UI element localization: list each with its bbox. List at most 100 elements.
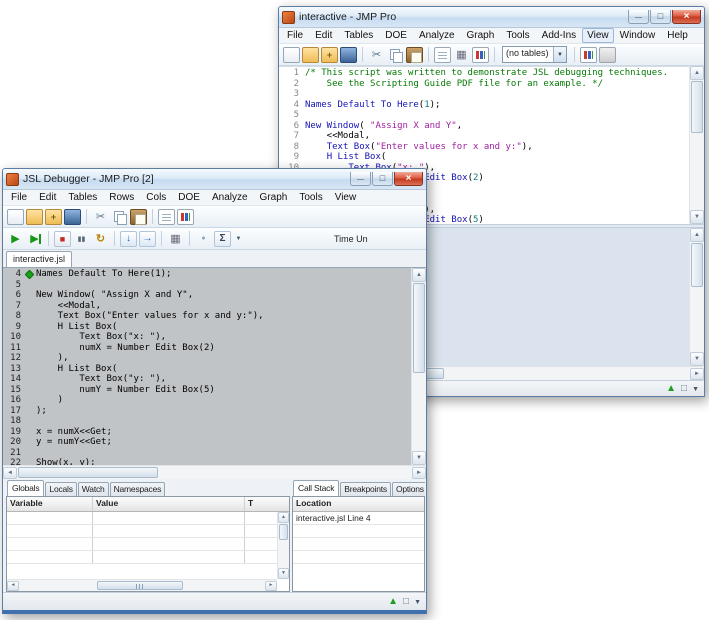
- scroll-down-arrow[interactable]: [690, 210, 704, 224]
- menu-cols[interactable]: Cols: [140, 190, 172, 205]
- tab-options[interactable]: Options: [392, 482, 425, 496]
- menu-file[interactable]: File: [281, 28, 309, 43]
- step-over-icon[interactable]: →: [139, 231, 156, 247]
- journal-icon[interactable]: [158, 209, 175, 225]
- column-header-variable[interactable]: Variable: [7, 497, 93, 511]
- table-row[interactable]: [7, 538, 277, 551]
- run-to-icon[interactable]: ▶: [26, 231, 43, 247]
- journal-icon[interactable]: [434, 47, 451, 63]
- cut-icon[interactable]: ✂: [92, 209, 109, 225]
- table-row[interactable]: [293, 525, 424, 538]
- menu-edit[interactable]: Edit: [309, 28, 338, 43]
- close-button[interactable]: [672, 10, 701, 24]
- scrollbar-thumb[interactable]: [279, 524, 288, 540]
- debugger-code-view[interactable]: 4Names Default To Here(1);56New Window( …: [3, 268, 411, 465]
- scroll-left-arrow[interactable]: [3, 467, 17, 479]
- menu-file[interactable]: File: [5, 190, 33, 205]
- copy-icon[interactable]: [111, 209, 128, 225]
- step-into-icon[interactable]: ↓: [120, 231, 137, 247]
- scrollbar-thumb[interactable]: [413, 283, 425, 373]
- tab-globals[interactable]: Globals: [7, 480, 44, 496]
- open-icon[interactable]: [26, 209, 43, 225]
- copy-icon[interactable]: [387, 47, 404, 63]
- menu-analyze[interactable]: Analyze: [413, 28, 461, 43]
- scrollbar-thumb[interactable]: [18, 467, 158, 478]
- tab-watch[interactable]: Watch: [78, 482, 109, 496]
- table-row[interactable]: [7, 512, 277, 525]
- debugger-titlebar[interactable]: JSL Debugger - JMP Pro [2]: [3, 169, 426, 190]
- pause-icon[interactable]: ▮▮: [73, 231, 90, 247]
- table-row[interactable]: [7, 525, 277, 538]
- table-row[interactable]: [293, 551, 424, 564]
- menu-rows[interactable]: Rows: [103, 190, 140, 205]
- debugger-horizontal-scrollbar[interactable]: [3, 465, 426, 479]
- grid-icon[interactable]: ▦: [167, 231, 184, 247]
- menu-edit[interactable]: Edit: [33, 190, 62, 205]
- reset-icon[interactable]: ↻: [92, 231, 109, 247]
- tab-interactive-jsl[interactable]: interactive.jsl: [6, 251, 72, 268]
- variables-grid[interactable]: VariableValueT: [6, 496, 290, 592]
- paste-icon[interactable]: [130, 209, 147, 225]
- column-header-location[interactable]: Location: [293, 497, 424, 511]
- table-row[interactable]: interactive.jsl Line 4: [293, 512, 424, 525]
- menu-tools[interactable]: Tools: [500, 28, 535, 43]
- menu-doe[interactable]: DOE: [379, 28, 413, 43]
- status-up-arrow-icon[interactable]: [666, 384, 676, 394]
- menu-graph[interactable]: Graph: [254, 190, 294, 205]
- status-window-icon[interactable]: [403, 597, 409, 607]
- callstack-grid[interactable]: Location interactive.jsl Line 4: [292, 496, 425, 592]
- graph-icon[interactable]: [580, 47, 597, 63]
- status-up-arrow-icon[interactable]: [388, 597, 398, 607]
- open-icon[interactable]: [302, 47, 319, 63]
- close-button[interactable]: [394, 172, 423, 186]
- scroll-right-arrow[interactable]: [690, 368, 704, 380]
- chart-icon[interactable]: [472, 47, 489, 63]
- menu-tables[interactable]: Tables: [338, 28, 379, 43]
- save-icon[interactable]: [64, 209, 81, 225]
- editor-vertical-scrollbar[interactable]: [689, 66, 704, 224]
- grid-horizontal-scrollbar[interactable]: [7, 579, 277, 591]
- scrollbar-thumb[interactable]: [97, 581, 183, 590]
- minimize-button[interactable]: [628, 10, 649, 24]
- table-row[interactable]: [293, 538, 424, 551]
- scrollbar-thumb[interactable]: [691, 81, 703, 133]
- menu-tools[interactable]: Tools: [293, 190, 328, 205]
- run-icon[interactable]: ▶: [7, 231, 24, 247]
- menu-help[interactable]: Help: [661, 28, 694, 43]
- scroll-right-arrow[interactable]: [412, 467, 426, 479]
- menu-window[interactable]: Window: [614, 28, 662, 43]
- menu-tables[interactable]: Tables: [62, 190, 103, 205]
- sigma-icon[interactable]: Σ: [214, 231, 231, 247]
- debugger-vertical-scrollbar[interactable]: [411, 268, 426, 465]
- scroll-down-arrow[interactable]: [278, 568, 289, 579]
- scrollbar-thumb[interactable]: [691, 243, 703, 287]
- column-header-t[interactable]: T: [245, 497, 289, 511]
- menu-add-ins[interactable]: Add-Ins: [536, 28, 582, 43]
- tab-locals[interactable]: Locals: [45, 482, 76, 496]
- new-icon[interactable]: [7, 209, 24, 225]
- menu-graph[interactable]: Graph: [461, 28, 501, 43]
- scroll-up-arrow[interactable]: [690, 228, 704, 242]
- layout-icon[interactable]: ▦: [453, 47, 470, 63]
- editor-titlebar[interactable]: interactive - JMP Pro: [279, 7, 704, 28]
- status-dropdown-icon[interactable]: [692, 384, 699, 393]
- scroll-up-arrow[interactable]: [412, 268, 426, 282]
- circle-icon[interactable]: ●: [195, 231, 212, 247]
- stop-icon[interactable]: ■: [54, 231, 71, 247]
- menu-doe[interactable]: DOE: [172, 190, 206, 205]
- scroll-right-arrow[interactable]: [265, 581, 277, 591]
- log-vertical-scrollbar[interactable]: [689, 228, 704, 366]
- new-icon[interactable]: [283, 47, 300, 63]
- tab-call-stack[interactable]: Call Stack: [293, 480, 339, 496]
- maximize-button[interactable]: [650, 10, 671, 24]
- tables-combobox[interactable]: (no tables): [502, 46, 567, 63]
- scroll-up-arrow[interactable]: [690, 66, 704, 80]
- menu-view[interactable]: View: [582, 28, 614, 43]
- paste-icon[interactable]: [406, 47, 423, 63]
- menu-view[interactable]: View: [329, 190, 363, 205]
- grid-vertical-scrollbar[interactable]: [277, 512, 289, 579]
- add-icon[interactable]: +: [45, 209, 62, 225]
- menu-analyze[interactable]: Analyze: [206, 190, 254, 205]
- column-header-value[interactable]: Value: [93, 497, 245, 511]
- tab-namespaces[interactable]: Namespaces: [110, 482, 166, 496]
